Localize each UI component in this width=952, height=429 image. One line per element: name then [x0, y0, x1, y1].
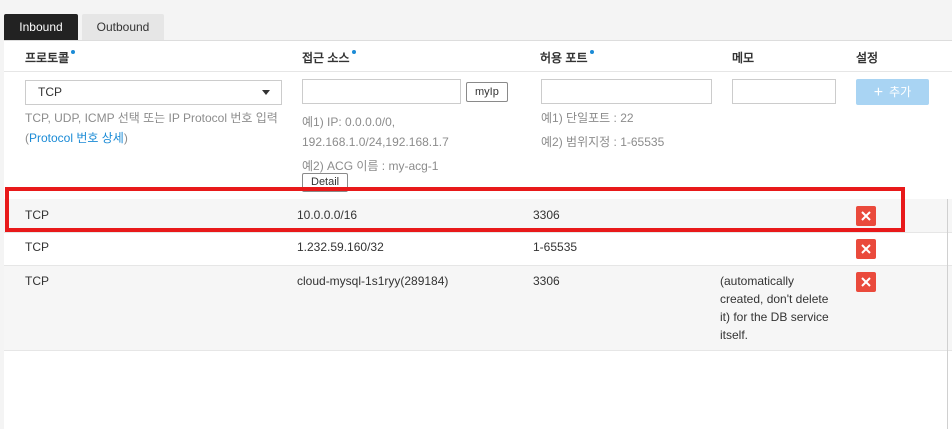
header-divider: [4, 71, 952, 72]
memo-header: 메모: [732, 51, 755, 65]
delete-rule-button[interactable]: [856, 272, 876, 292]
rules-panel: 프로토콜 접근 소스 허용 포트 메모 설정 TCP TCP, UDP, ICM…: [4, 40, 952, 429]
acg-rule-editor: Inbound Outbound 프로토콜 접근 소스 허용 포트 메모 설정 …: [0, 0, 952, 429]
protocol-header: 프로토콜: [25, 49, 76, 66]
source-example-1b: 192.168.1.0/24,192.168.1.7: [302, 135, 449, 149]
close-icon: [861, 244, 871, 254]
close-icon: [861, 277, 871, 287]
rule-row: TCP 10.0.0.0/16 3306: [4, 199, 952, 233]
rule-port: 3306: [533, 208, 560, 222]
detail-button[interactable]: Detail: [302, 173, 349, 192]
protocol-help: TCP, UDP, ICMP 선택 또는 IP Protocol 번호 입력 (…: [25, 108, 295, 148]
memo-line: (automatically: [720, 274, 795, 288]
source-help: 예1) IP: 0.0.0.0/0, 192.168.1.0/24,192.16…: [302, 112, 449, 176]
port-example-2: 예2) 범위지정 : 1-65535: [541, 135, 665, 149]
rule-memo: (automatically created, don't delete it)…: [720, 272, 836, 344]
add-rule-button[interactable]: + 추가: [856, 79, 929, 105]
source-header-label: 접근 소스: [302, 51, 350, 65]
protocol-number-link[interactable]: Protocol 번호 상세: [29, 131, 124, 145]
port-header: 허용 포트: [540, 49, 594, 66]
port-help: 예1) 단일포트 : 22 예2) 범위지정 : 1-65535: [541, 108, 664, 152]
rule-port: 3306: [533, 274, 560, 288]
port-input[interactable]: [541, 79, 712, 104]
protocol-select[interactable]: TCP: [25, 80, 282, 105]
direction-tabs: Inbound Outbound: [4, 14, 164, 40]
delete-rule-button[interactable]: [856, 206, 876, 226]
delete-rule-button[interactable]: [856, 239, 876, 259]
rule-port: 1-65535: [533, 240, 578, 254]
required-dot: [589, 50, 594, 54]
port-example-1: 예1) 단일포트 : 22: [541, 111, 634, 125]
rule-protocol: TCP: [25, 208, 49, 222]
memo-line: created, don't delete: [720, 292, 829, 306]
rule-source: 10.0.0.0/16: [297, 208, 358, 222]
caret-down-icon: [262, 90, 270, 95]
rule-source: 1.232.59.160/32: [297, 240, 384, 254]
source-input[interactable]: [302, 79, 461, 104]
port-header-label: 허용 포트: [540, 51, 588, 65]
rule-row: TCP 1.232.59.160/32 1-65535: [4, 233, 952, 266]
required-dot: [351, 50, 356, 54]
rule-row: TCP cloud-mysql-1s1ryy(289184) 3306 (aut…: [4, 266, 952, 351]
memo-line: itself.: [720, 328, 749, 342]
rule-protocol: TCP: [25, 274, 49, 288]
memo-line: it) for the DB service: [720, 310, 829, 324]
protocol-select-value: TCP: [38, 85, 62, 99]
tab-inbound[interactable]: Inbound: [4, 14, 78, 40]
tab-outbound[interactable]: Outbound: [82, 14, 164, 40]
protocol-header-label: 프로토콜: [25, 51, 70, 65]
required-dot: [71, 50, 76, 54]
myip-button[interactable]: myIp: [466, 82, 508, 102]
settings-header: 설정: [856, 51, 879, 65]
plus-icon: +: [873, 84, 884, 101]
memo-input[interactable]: [732, 79, 836, 104]
close-icon: [861, 211, 871, 221]
rule-protocol: TCP: [25, 240, 49, 254]
protocol-help-text: TCP, UDP, ICMP 선택 또는 IP Protocol 번호 입력: [25, 111, 278, 125]
source-header: 접근 소스: [302, 49, 356, 66]
paren-close: ): [123, 131, 128, 145]
panel-border: [947, 199, 948, 429]
rule-source: cloud-mysql-1s1ryy(289184): [297, 274, 449, 288]
add-rule-label: 추가: [889, 85, 912, 99]
source-example-1a: 예1) IP: 0.0.0.0/0,: [302, 115, 396, 129]
